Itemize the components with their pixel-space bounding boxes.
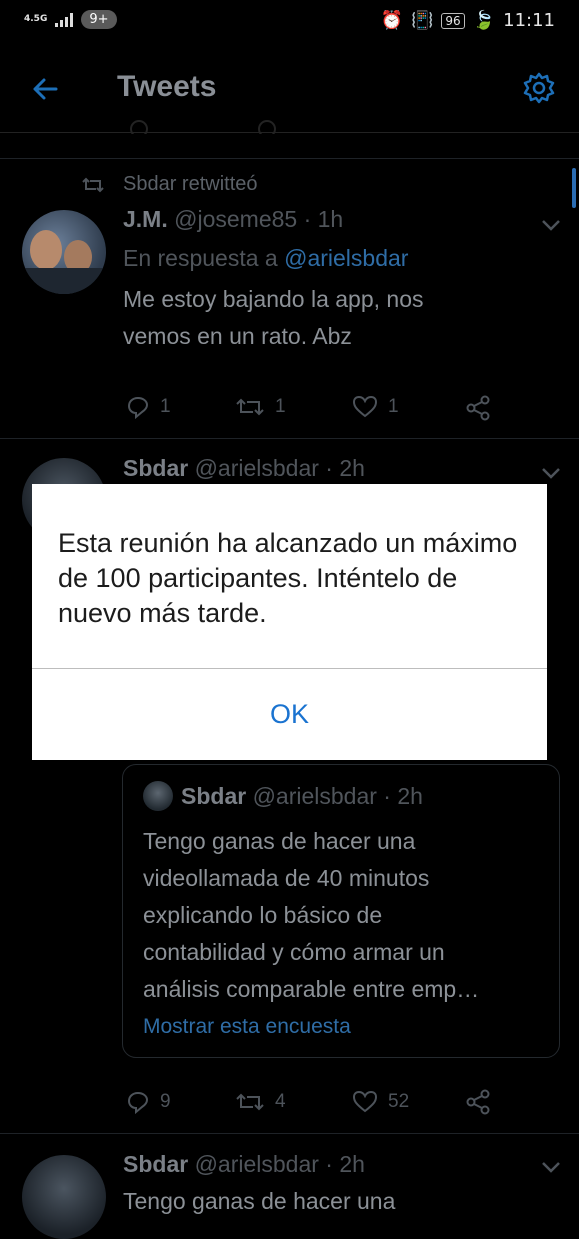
dialog-message: Esta reunión ha alcanzado un máximo de 1… <box>58 528 518 628</box>
alert-dialog: Esta reunión ha alcanzado un máximo de 1… <box>32 484 547 760</box>
ok-button[interactable]: OK <box>32 669 547 760</box>
